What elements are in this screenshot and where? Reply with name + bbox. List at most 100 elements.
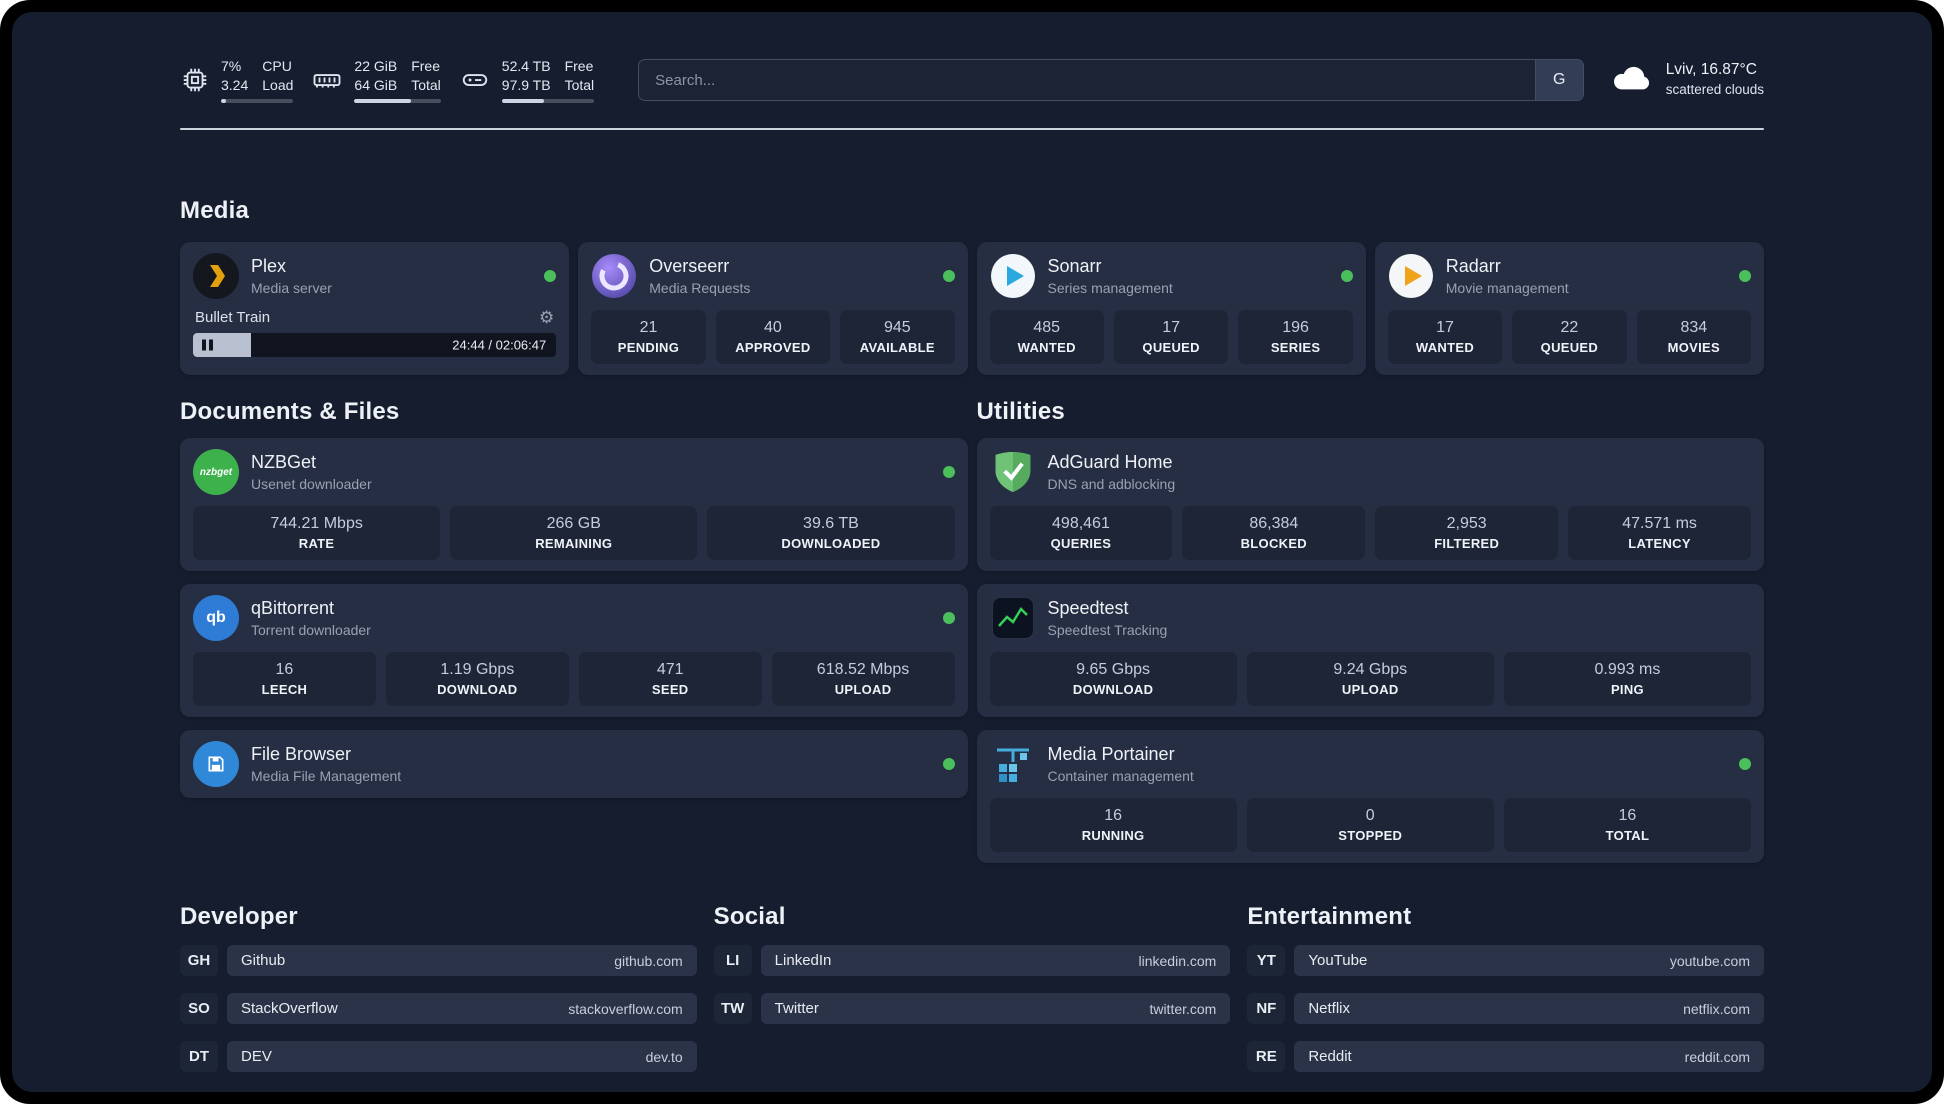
card-portainer[interactable]: Media Portainer Container management 16 … bbox=[976, 730, 1764, 863]
gear-icon[interactable]: ⚙ bbox=[539, 309, 554, 326]
stat-value: 498,461 bbox=[1052, 515, 1110, 532]
link-name: LinkedIn bbox=[774, 952, 832, 969]
stat-value: 16 bbox=[1618, 807, 1637, 824]
cpu-label: CPU bbox=[262, 58, 292, 75]
stackoverflow-badge[interactable]: SO bbox=[180, 993, 218, 1024]
github-badge[interactable]: GH bbox=[180, 945, 218, 976]
card-subtitle: Torrent downloader bbox=[251, 621, 371, 638]
stat-label: DOWNLOAD bbox=[437, 682, 518, 697]
reddit-badge[interactable]: RE bbox=[1247, 1041, 1286, 1072]
stat-tile: 618.52 Mbps UPLOAD bbox=[771, 652, 955, 706]
section-title-media: Media bbox=[180, 197, 250, 224]
card-plex[interactable]: Plex Media server Bullet Train ⚙ 24:44 /… bbox=[180, 242, 570, 375]
link-name: Github bbox=[241, 952, 286, 969]
link-reddit[interactable]: Reddit reddit.com bbox=[1294, 1041, 1765, 1072]
stat-value: 744.21 Mbps bbox=[270, 515, 363, 532]
stat-label: TOTAL bbox=[1605, 828, 1650, 843]
card-speedtest[interactable]: Speedtest Speedtest Tracking 9.65 Gbps D… bbox=[976, 584, 1764, 717]
link-url: dev.to bbox=[645, 1048, 683, 1065]
card-title: Sonarr bbox=[1047, 256, 1102, 277]
link-netflix[interactable]: Netflix netflix.com bbox=[1294, 993, 1765, 1024]
link-youtube[interactable]: YouTube youtube.com bbox=[1294, 945, 1765, 976]
stat-tile: 266 GB REMAINING bbox=[450, 506, 698, 560]
cpu-usage-value: 7% bbox=[221, 58, 242, 75]
link-name: Twitter bbox=[774, 1000, 819, 1017]
status-dot bbox=[942, 270, 955, 282]
ram-total-value: 64 GiB bbox=[354, 76, 398, 93]
stat-label: STOPPED bbox=[1338, 828, 1403, 843]
stat-value: 17 bbox=[1436, 319, 1454, 336]
card-nzbget[interactable]: nzbget NZBGet Usenet downloader 744.21 M… bbox=[180, 438, 968, 571]
link-url: youtube.com bbox=[1669, 952, 1751, 969]
status-dot bbox=[942, 466, 955, 478]
stat-tile: 17 WANTED bbox=[1387, 310, 1503, 364]
card-qbittorrent[interactable]: qb qBittorrent Torrent downloader 16 LEE… bbox=[180, 584, 968, 717]
status-dot bbox=[1739, 758, 1751, 770]
status-dot bbox=[1739, 270, 1751, 282]
card-subtitle: Usenet downloader bbox=[251, 475, 372, 492]
portainer-icon bbox=[990, 741, 1036, 787]
stat-tile: 485 WANTED bbox=[989, 310, 1104, 364]
status-dot bbox=[942, 758, 955, 770]
stat-value: 0.993 ms bbox=[1594, 661, 1661, 678]
media-cards-row: Plex Media server Bullet Train ⚙ 24:44 /… bbox=[180, 242, 1764, 375]
card-subtitle: DNS and adblocking bbox=[1047, 475, 1176, 492]
cpu-monitor: 7% 3.24 CPU Load bbox=[180, 57, 294, 103]
link-linkedin[interactable]: LinkedIn linkedin.com bbox=[760, 945, 1231, 976]
stat-value: 618.52 Mbps bbox=[816, 661, 910, 678]
card-adguard[interactable]: AdGuard Home DNS and adblocking 498,461 … bbox=[976, 438, 1764, 571]
disk-monitor: 52.4 TB 97.9 TB Free Total bbox=[459, 57, 595, 103]
link-stackoverflow[interactable]: StackOverflow stackoverflow.com bbox=[227, 993, 697, 1024]
stat-label: SEED bbox=[651, 682, 689, 697]
status-dot bbox=[544, 270, 557, 282]
linkedin-badge[interactable]: LI bbox=[713, 945, 752, 976]
sonarr-icon bbox=[990, 253, 1036, 299]
card-radarr[interactable]: Radarr Movie management 17 WANTED 22 QUE… bbox=[1374, 242, 1764, 375]
stat-label: APPROVED bbox=[735, 340, 811, 355]
playback-progress-bar[interactable]: 24:44 / 02:06:47 bbox=[193, 333, 557, 357]
twitter-badge[interactable]: TW bbox=[713, 993, 752, 1024]
stat-tile: 0 STOPPED bbox=[1246, 798, 1494, 852]
stat-value: 22 bbox=[1560, 319, 1579, 336]
plex-now-playing: Bullet Train ⚙ 24:44 / 02:06:47 bbox=[193, 309, 557, 357]
stat-tile: 471 SEED bbox=[578, 652, 762, 706]
entertainment-section: Entertainment YT YouTube youtube.com NF … bbox=[1247, 902, 1765, 1072]
card-sonarr[interactable]: Sonarr Series management 485 WANTED 17 Q… bbox=[976, 242, 1366, 375]
link-name: Netflix bbox=[1308, 1000, 1351, 1017]
card-subtitle: Media File Management bbox=[251, 767, 402, 784]
search-engine-button[interactable]: G bbox=[1534, 60, 1583, 100]
link-dev[interactable]: DEV dev.to bbox=[227, 1041, 697, 1072]
search-input[interactable] bbox=[639, 60, 1535, 100]
stat-value: 196 bbox=[1282, 319, 1309, 336]
nzbget-icon: nzbget bbox=[193, 449, 239, 495]
card-filebrowser[interactable]: File Browser Media File Management bbox=[180, 730, 968, 798]
link-twitter[interactable]: Twitter twitter.com bbox=[760, 993, 1231, 1024]
link-url: netflix.com bbox=[1683, 1000, 1751, 1017]
card-overseerr[interactable]: Overseerr Media Requests 21 PENDING 40 A… bbox=[578, 242, 968, 375]
stat-label: AVAILABLE bbox=[859, 340, 935, 355]
card-subtitle: Movie management bbox=[1445, 279, 1569, 296]
card-subtitle: Series management bbox=[1047, 279, 1173, 296]
stat-value: 16 bbox=[1104, 807, 1122, 824]
stat-label: QUEUED bbox=[1142, 340, 1200, 355]
cpu-progress-bar bbox=[221, 98, 294, 103]
stat-label: REMAINING bbox=[535, 536, 613, 551]
stat-tile: 16 RUNNING bbox=[989, 798, 1237, 852]
stat-tile: 0.993 ms PING bbox=[1503, 652, 1752, 706]
card-title: Radarr bbox=[1445, 256, 1501, 277]
section-title-documents: Documents & Files bbox=[180, 398, 400, 425]
topbar-divider bbox=[180, 128, 1764, 130]
ram-monitor: 22 GiB 64 GiB Free Total bbox=[311, 57, 441, 103]
card-subtitle: Media server bbox=[251, 279, 332, 296]
card-title: Speedtest bbox=[1047, 598, 1129, 619]
card-title: File Browser bbox=[251, 744, 352, 765]
weather-location: Lviv, 16.87°C bbox=[1665, 61, 1757, 79]
link-github[interactable]: Github github.com bbox=[227, 945, 697, 976]
section-title-developer: Developer bbox=[180, 903, 298, 930]
dev-badge[interactable]: DT bbox=[180, 1041, 218, 1072]
netflix-badge[interactable]: NF bbox=[1247, 993, 1286, 1024]
stat-label: PING bbox=[1610, 682, 1644, 697]
link-url: linkedin.com bbox=[1138, 952, 1217, 969]
youtube-badge[interactable]: YT bbox=[1247, 945, 1286, 976]
pause-icon[interactable] bbox=[202, 339, 213, 351]
